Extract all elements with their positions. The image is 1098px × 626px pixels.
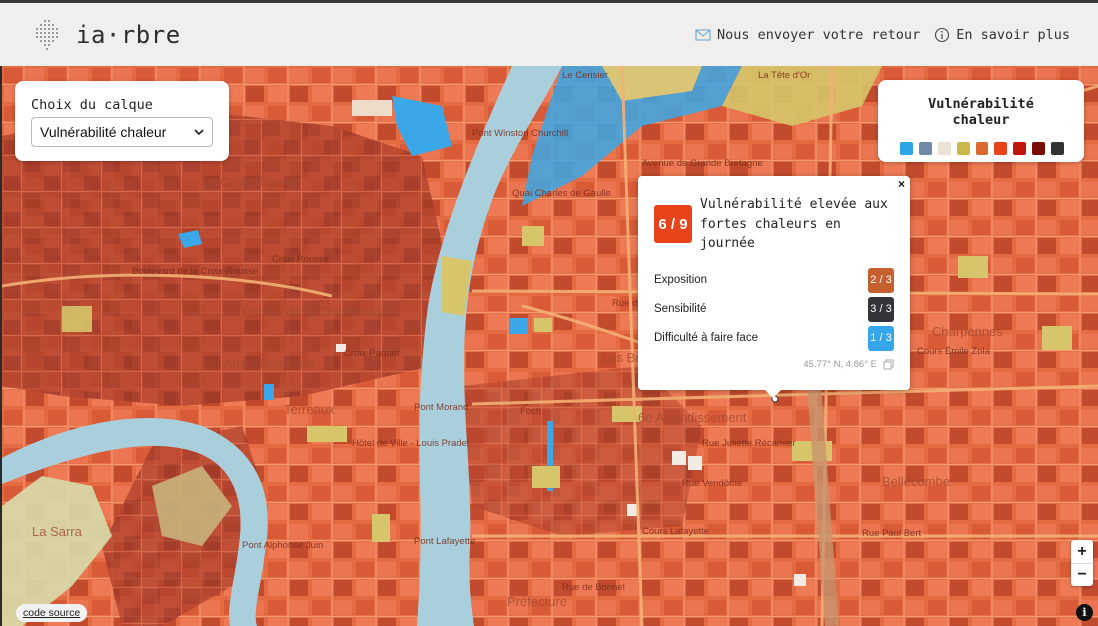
label-street-6: Avenue de Grande Bretagne — [642, 158, 763, 169]
legend-swatch — [956, 142, 970, 155]
label-pont-churchill: Pont Winston Churchill — [472, 128, 568, 139]
info-circle-icon — [935, 27, 950, 42]
criteria-label: Difficulté à faire face — [654, 332, 758, 344]
criteria-label: Sensibilité — [654, 303, 707, 315]
legend-swatch — [900, 142, 913, 155]
tree-grid-logo-icon — [36, 19, 58, 50]
legend-swatch — [1051, 142, 1065, 155]
label-croix-rousse-metro: Croix Rousse — [272, 254, 329, 265]
label-cerisier: Le Cerisier — [562, 70, 608, 81]
criteria-badge: 1 / 3 — [868, 325, 894, 351]
criteria-label: Exposition — [654, 274, 708, 286]
popup-header: 6 / 9 Vulnérabilité elevée aux fortes ch… — [654, 192, 894, 254]
feedback-link[interactable]: Nous envoyer votre retour — [695, 27, 920, 43]
label-street-0: Boulevard de la Croix-Rousse — [132, 266, 258, 277]
label-pentes: Pentes de la Croix-Rousse — [242, 304, 397, 319]
zoom-in-button[interactable]: + — [1071, 540, 1093, 563]
app-header: ia·rbre Nous envoyer votre retour En sav… — [0, 0, 1098, 66]
label-prefecture: Préfecture — [507, 594, 567, 609]
popup-criteria-list: Exposition 2 / 3 Sensibilité 3 / 3 Diffi… — [654, 266, 894, 353]
popup-tip — [764, 389, 782, 398]
brand-name: ia·rbre — [76, 20, 181, 49]
label-croix-paquet: Croix-Paquet — [344, 348, 400, 359]
attribution-info-button[interactable]: i — [1076, 604, 1093, 621]
about-label: En savoir plus — [956, 26, 1070, 43]
label-street-4: Rue de Bonnel — [562, 582, 625, 593]
layer-choice-title: Choix du calque — [31, 97, 153, 113]
criteria-row-sensibilite: Sensibilité 3 / 3 — [654, 295, 894, 324]
legend-swatch — [975, 142, 989, 155]
vulnerability-score-badge: 6 / 9 — [654, 205, 692, 243]
label-street-8: Cours Émile Zola — [917, 346, 991, 357]
label-1er-arrondissement: 1er Arrondissement — [202, 356, 315, 371]
popup-coordinates: 45.77° N, 4.86° E — [654, 359, 894, 370]
criteria-badge: 2 / 3 — [868, 267, 894, 293]
zoom-control: + − — [1071, 540, 1093, 586]
label-6e-arrondissement: 6e Arrondissement — [638, 410, 747, 425]
criteria-row-difficulte: Difficulté à faire face 1 / 3 — [654, 324, 894, 353]
legend-swatch — [1032, 142, 1046, 155]
layer-select-value: Vulnérabilité chaleur — [40, 124, 167, 140]
label-foch: Foch — [520, 406, 541, 417]
feedback-label: Nous envoyer votre retour — [717, 26, 921, 43]
label-tete-dor: La Tête d'Or — [758, 70, 810, 81]
label-croix-rousse: La Croix-Rousse — [202, 174, 299, 189]
mail-icon — [695, 28, 711, 41]
popup-close-button[interactable]: × — [895, 176, 908, 192]
coordinates-text: 45.77° N, 4.86° E — [803, 358, 877, 370]
info-popup: × 6 / 9 Vulnérabilité elevée aux fortes … — [638, 176, 910, 398]
label-hotel-de-ville: Hôtel de Ville - Louis Pradel — [352, 438, 469, 449]
layer-choice-panel: Choix du calque Vulnérabilité chaleur — [15, 81, 229, 161]
layer-select[interactable]: Vulnérabilité chaleur — [31, 117, 213, 147]
legend-swatches — [898, 142, 1065, 155]
criteria-badge: 3 / 3 — [868, 296, 894, 322]
label-pont-alphonse-juin: Pont Alphonse Juin — [242, 540, 323, 551]
label-pont-morand: Pont Morand — [414, 402, 468, 413]
map-legend: Vulnérabilité chaleur — [878, 80, 1084, 162]
label-street-3: Cours Lafayette — [642, 526, 709, 537]
legend-title: Vulnérabilité chaleur — [928, 96, 1034, 128]
label-street-2: Rue Vendôme — [682, 478, 742, 489]
label-charpennes: Charpennes — [932, 324, 1003, 339]
label-terreaux: Terreaux — [284, 402, 335, 417]
brand[interactable]: ia·rbre — [34, 19, 181, 50]
about-link[interactable]: En savoir plus — [934, 27, 1070, 43]
legend-swatch — [994, 142, 1008, 155]
label-street-5: Rue Juliette Récamier — [702, 438, 795, 449]
label-bellecombe: Bellecombe — [882, 474, 950, 489]
legend-swatch — [937, 142, 951, 155]
zoom-out-button[interactable]: − — [1071, 563, 1093, 586]
header-nav: Nous envoyer votre retour En savoir plus — [695, 27, 1070, 43]
legend-swatch — [1013, 142, 1027, 155]
copy-icon[interactable] — [883, 359, 894, 370]
criteria-row-exposition: Exposition 2 / 3 — [654, 266, 894, 295]
label-street-9: Rue Paul Bert — [862, 528, 922, 539]
label-pont-lafayette: Pont Lafayette — [414, 536, 475, 547]
code-source-link[interactable]: code source — [16, 604, 88, 622]
label-la-sarra: La Sarra — [32, 524, 83, 539]
popup-title: Vulnérabilité elevée aux fortes chaleurs… — [700, 197, 888, 251]
label-street-7: Quai Charles de Gaulle — [512, 188, 611, 199]
legend-swatch — [918, 142, 932, 155]
chevron-down-icon — [194, 129, 204, 136]
